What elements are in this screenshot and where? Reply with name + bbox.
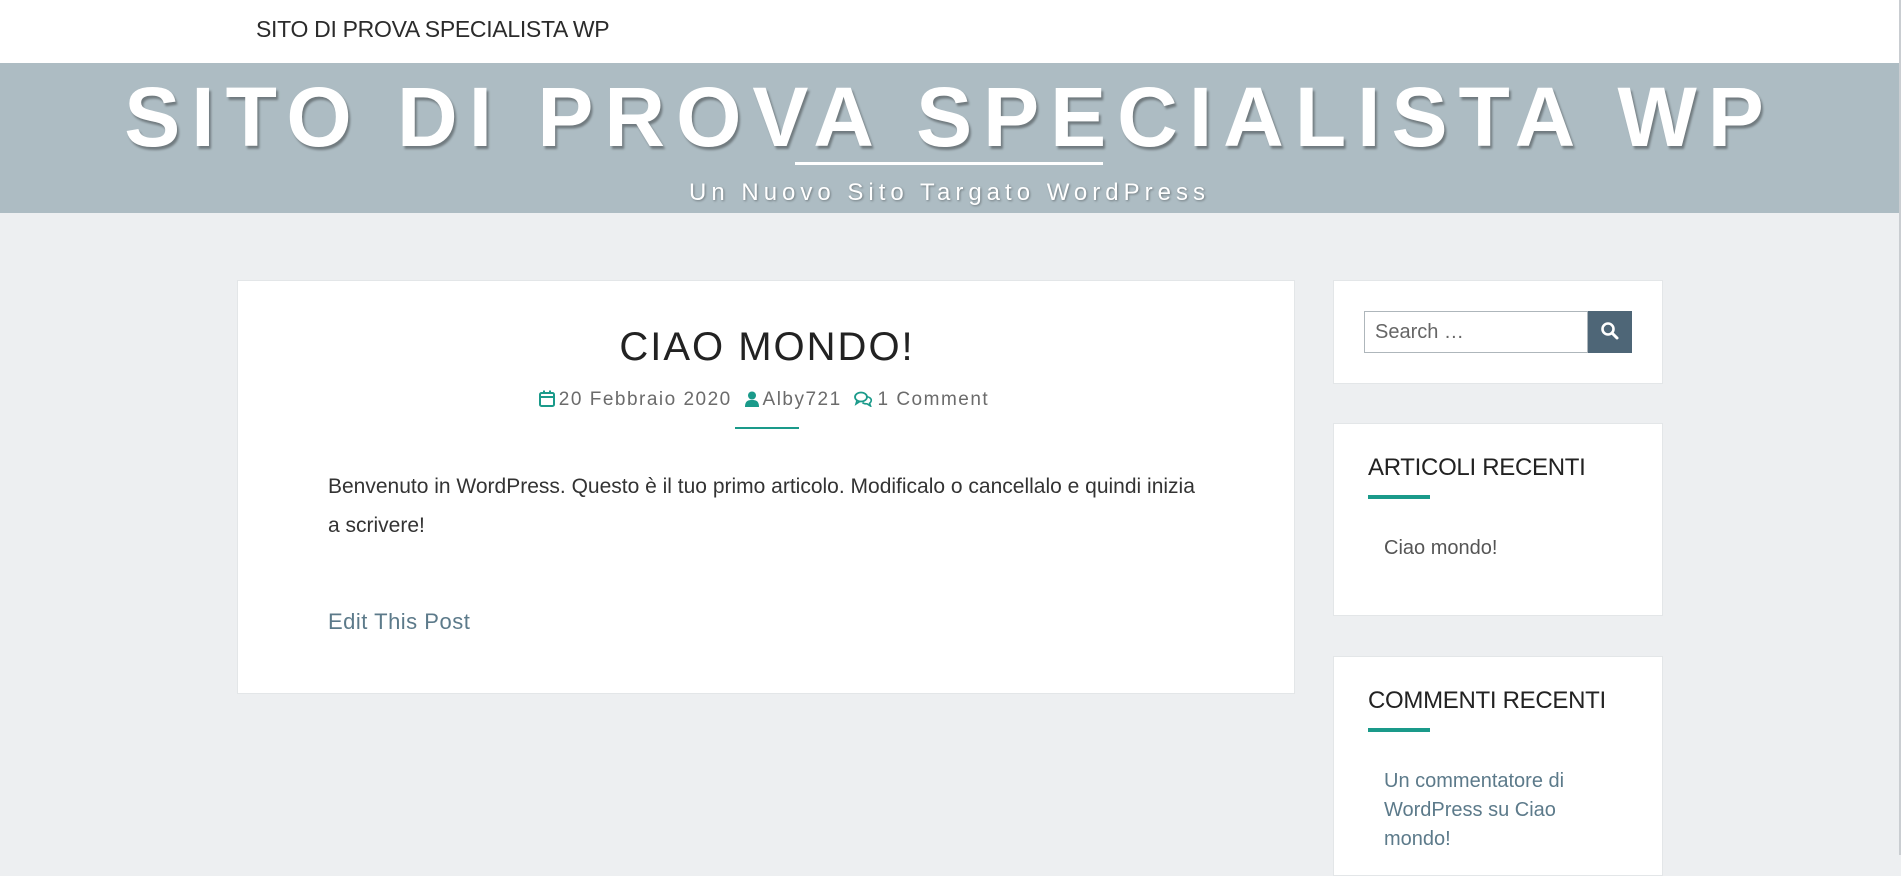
post-author[interactable]: Alby721 bbox=[763, 389, 842, 410]
meta-underline bbox=[735, 427, 799, 429]
widget-title: ARTICOLI RECENTI bbox=[1368, 454, 1586, 481]
comments-icon bbox=[854, 391, 873, 413]
post-content: Benvenuto in WordPress. Questo è il tuo … bbox=[328, 475, 1195, 537]
post-meta: 20 Febbraio 2020 Alby721 1 Comment bbox=[238, 389, 1296, 413]
user-icon bbox=[744, 391, 759, 413]
site-header-banner: SITO DI PROVA SPECIALISTA WP Un Nuovo Si… bbox=[0, 63, 1899, 213]
widget-title-underline bbox=[1368, 495, 1430, 499]
widget-title-underline bbox=[1368, 728, 1430, 732]
recent-comments-widget: COMMENTI RECENTI Un commentatore di Word… bbox=[1333, 656, 1663, 876]
recent-post-link[interactable]: Ciao mondo! bbox=[1384, 537, 1497, 560]
post-date[interactable]: 20 Febbraio 2020 bbox=[559, 389, 732, 410]
header-divider bbox=[795, 162, 1103, 165]
site-title-link[interactable]: SITO DI PROVA SPECIALISTA WP bbox=[256, 16, 610, 43]
post-comments-link[interactable]: 1 Comment bbox=[877, 389, 989, 410]
search-input[interactable] bbox=[1364, 311, 1588, 353]
edit-post-link[interactable]: Edit This Post bbox=[328, 609, 470, 635]
post-title[interactable]: CIAO MONDO! bbox=[238, 325, 1296, 370]
top-bar: SITO DI PROVA SPECIALISTA WP bbox=[0, 0, 1901, 63]
site-title[interactable]: SITO DI PROVA SPECIALISTA WP bbox=[0, 69, 1899, 166]
recent-posts-widget: ARTICOLI RECENTI Ciao mondo! bbox=[1333, 423, 1663, 616]
search-widget bbox=[1333, 280, 1663, 384]
post-card: CIAO MONDO! 20 Febbraio 2020 Alby721 1 C… bbox=[237, 280, 1295, 694]
site-tagline: Un Nuovo Sito Targato WordPress bbox=[689, 179, 1210, 206]
search-icon bbox=[1600, 321, 1620, 344]
calendar-icon bbox=[538, 390, 555, 413]
widget-title: COMMENTI RECENTI bbox=[1368, 687, 1606, 714]
search-button[interactable] bbox=[1588, 311, 1632, 353]
recent-comment-link[interactable]: Un commentatore di WordPress su Ciao mon… bbox=[1384, 767, 1624, 854]
